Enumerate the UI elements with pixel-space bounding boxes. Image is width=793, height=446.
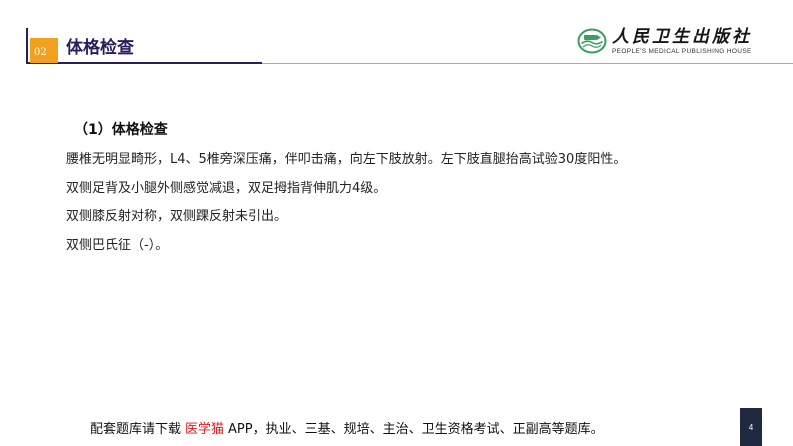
footer-suffix: APP，执业、三基、规培、主治、卫生资格考试、正副高等题库。 — [228, 422, 604, 437]
header-bracket-horizontal — [26, 62, 262, 64]
content-line: 双侧膝反射对称，双侧踝反射未引出。 — [66, 209, 288, 224]
slide-number: 4 — [748, 423, 754, 432]
header-accent-line — [262, 63, 793, 64]
footer-prefix: 配套题库请下载 — [90, 422, 182, 437]
publisher-name-en: PEOPLE'S MEDICAL PUBLISHING HOUSE — [612, 48, 752, 55]
footer-app-name: 医学猫 — [185, 422, 225, 437]
section-number-badge: 02 — [30, 38, 58, 63]
slide-title: 体格检查 — [66, 38, 134, 58]
content-heading: （1）体格检查 — [74, 122, 168, 138]
content-line: 双侧巴氏征（-）。 — [66, 237, 169, 253]
publisher-name-cn: 人民卫生出版社 — [612, 27, 752, 47]
content-line: 腰椎无明显畸形，L4、5椎旁深压痛，伴叩击痛，向左下肢放射。左下肢直腿抬高试验3… — [66, 152, 627, 167]
section-number: 02 — [34, 47, 47, 58]
publisher-emblem-icon — [577, 28, 607, 54]
content-body: 腰椎无明显畸形，L4、5椎旁深压痛，伴叩击痛，向左下肢放射。左下肢直腿抬高试验3… — [66, 146, 626, 260]
header-bracket-vertical — [26, 28, 28, 64]
slide-number-badge: 4 — [740, 408, 762, 446]
content-line: 双侧足背及小腿外侧感觉减退，双足拇指背伸肌力4级。 — [66, 180, 387, 196]
footer-promo: 配套题库请下载 医学猫 APP，执业、三基、规培、主治、卫生资格考试、正副高等题库。 — [90, 422, 604, 438]
